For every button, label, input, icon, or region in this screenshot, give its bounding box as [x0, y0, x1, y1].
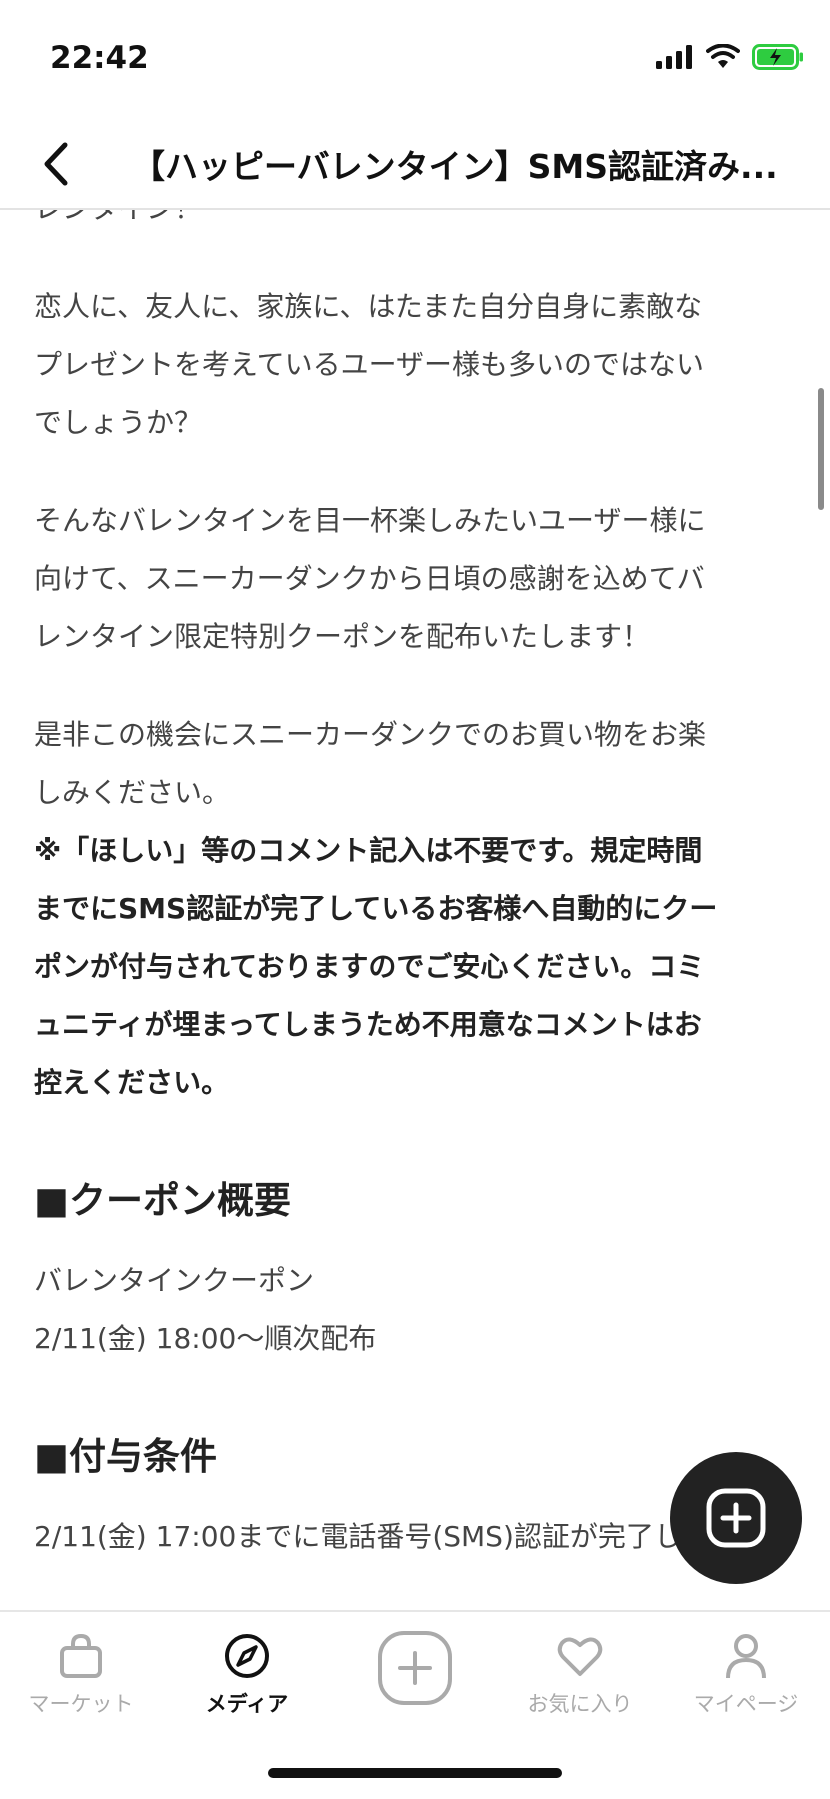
page-title: 【ハッピーバレンタイン】SMS認証済み... — [132, 147, 778, 186]
tab-label: マーケット — [28, 1692, 134, 1716]
heart-icon — [557, 1637, 603, 1676]
create-post-button[interactable] — [670, 1452, 802, 1584]
paragraph-line: レンタイン限定特別クーポンを配布いたします！ — [34, 620, 651, 653]
section-heading-coupon-overview: ■クーポン概要 — [34, 1179, 291, 1222]
status-icons — [656, 44, 804, 70]
notice-line: 控えください。 — [34, 1066, 230, 1099]
notice-line: ュニティが埋まってしまうため不用意なコメントはお — [34, 1008, 702, 1041]
paragraph-line: そんなバレンタインを目一杯楽しみたいユーザー様に — [34, 504, 706, 537]
paragraph-line: プレゼントを考えているユーザー様も多いのではない — [34, 348, 705, 381]
tab-label: メディア — [205, 1692, 289, 1716]
paragraph-line: 向けて、スニーカーダンクから日頃の感謝を込めてバ — [34, 562, 705, 595]
paragraph-line: 恋人に、友人に、家族に、はたまた自分自身に素敵な — [34, 290, 703, 323]
section-line: バレンタインクーポン — [34, 1264, 315, 1297]
plus-square-icon — [706, 1488, 766, 1548]
article-body: レンタイン！ 恋人に、友人に、家族に、はたまた自分自身に素敵な プレゼントを考え… — [34, 210, 790, 1566]
plus-circle-icon — [378, 1631, 452, 1705]
section-line: 2/11(金) 18:00〜順次配布 — [34, 1322, 377, 1355]
home-indicator[interactable] — [268, 1768, 562, 1778]
wifi-icon — [706, 44, 740, 68]
chevron-left-icon — [44, 142, 68, 186]
tab-mypage[interactable]: マイページ — [671, 1630, 821, 1718]
tab-market[interactable]: マーケット — [6, 1630, 156, 1718]
back-button[interactable] — [26, 134, 86, 194]
tab-media[interactable]: メディア — [172, 1630, 322, 1718]
shopping-bag-icon — [60, 1633, 102, 1678]
paragraph-line: しみください。 — [34, 776, 231, 809]
status-bar: 22:42 — [0, 0, 830, 120]
signal-icon — [656, 45, 692, 69]
navigation-bar: 【ハッピーバレンタイン】SMS認証済み... — [0, 120, 830, 210]
scrollbar[interactable] — [818, 388, 824, 510]
article-content[interactable]: レンタイン！ 恋人に、友人に、家族に、はたまた自分自身に素敵な プレゼントを考え… — [0, 210, 830, 1610]
battery-icon — [752, 44, 803, 70]
paragraph-fragment: レンタイン！ — [34, 210, 790, 238]
paragraph-line: 是非この機会にスニーカーダンクでのお買い物をお楽 — [34, 718, 707, 751]
tab-favorites[interactable]: お気に入り — [505, 1630, 655, 1718]
notice-line: ポンが付与されておりますのでご安心ください。コミ — [34, 950, 705, 983]
notice-line: ※「ほしい」等のコメント記入は不要です。規定時間 — [34, 834, 703, 867]
paragraph-line: でしょうか？ — [34, 406, 203, 439]
tab-label: お気に入り — [527, 1692, 633, 1716]
notice-line: までにSMS認証が完了しているお客様へ自動的にクー — [34, 892, 718, 925]
status-time: 22:42 — [50, 40, 149, 76]
tab-post[interactable] — [340, 1628, 490, 1708]
compass-icon — [225, 1634, 269, 1678]
tab-label: マイページ — [693, 1692, 799, 1716]
section-heading-conditions: ■付与条件 — [34, 1435, 217, 1478]
person-icon — [726, 1634, 766, 1679]
